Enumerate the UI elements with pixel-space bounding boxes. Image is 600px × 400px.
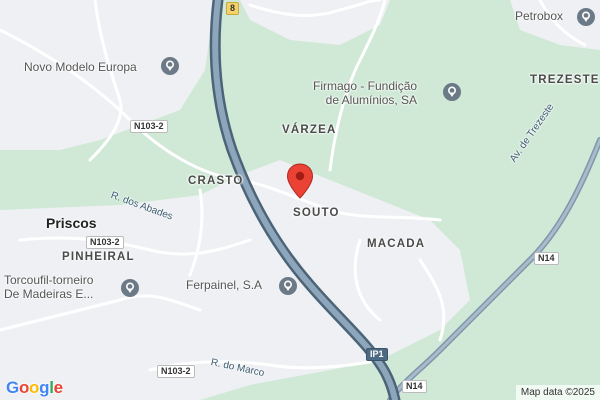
poi-label-firmago-line2: de Alumínios, SA	[325, 93, 418, 107]
town-label-priscos: Priscos	[46, 215, 97, 231]
area-label-souto: SOUTO	[293, 207, 340, 219]
poi-label-firmago-line1: Firmago - Fundição	[313, 79, 418, 93]
poi-label-torcoufil-line2: De Madeiras E...	[4, 287, 94, 301]
road-shield-n103-bottom: N103-2	[157, 365, 195, 378]
map-pin-icon[interactable]	[160, 56, 180, 76]
map-pin-icon[interactable]	[120, 278, 140, 298]
map-canvas[interactable]: VÁRZEA CRASTO SOUTO MACADA PINHEIRAL TRE…	[0, 0, 600, 400]
map-attribution[interactable]: Map data ©2025	[515, 385, 600, 400]
road-shield-n14-bottom: N14	[402, 380, 427, 393]
map-pin-icon[interactable]	[576, 7, 596, 27]
poi-label-firmago[interactable]: Firmago - Fundição de Alumínios, SA	[313, 79, 417, 107]
road-shield-n103-top: N103-2	[130, 120, 168, 133]
area-label-pinheiral: PINHEIRAL	[62, 251, 135, 263]
red-location-marker-icon[interactable]	[286, 163, 314, 199]
road-shield-ip1: IP1	[366, 348, 388, 361]
poi-label-torcoufil[interactable]: Torcoufil-torneiro De Madeiras E...	[4, 273, 93, 301]
road-shield-n14-right: N14	[534, 252, 559, 265]
road-shield-a8: 8	[226, 2, 240, 15]
poi-label-torcoufil-line1: Torcoufil-torneiro	[4, 273, 94, 287]
poi-label-novo-modelo[interactable]: Novo Modelo Europa	[24, 60, 137, 74]
map-pin-icon[interactable]	[442, 82, 462, 102]
road-shield-n103-mid: N103-2	[86, 236, 124, 249]
area-label-macada: MACADA	[367, 238, 426, 250]
area-label-crasto: CRASTO	[188, 175, 244, 187]
area-label-trezeste: TREZESTE	[530, 74, 600, 86]
poi-label-petrobox[interactable]: Petrobox	[515, 9, 563, 23]
area-label-varzea: VÁRZEA	[282, 124, 337, 136]
google-logo: Google	[6, 378, 63, 397]
map-pin-icon[interactable]	[278, 276, 298, 296]
poi-label-ferpainel[interactable]: Ferpainel, S.A	[186, 278, 262, 292]
